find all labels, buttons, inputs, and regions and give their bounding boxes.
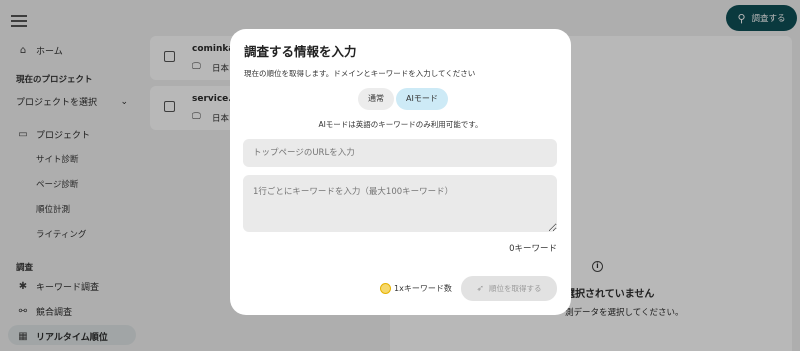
get-rank-label: 順位を取得する [489, 284, 542, 293]
mode-normal-button[interactable]: 通常 [358, 88, 394, 110]
dialog-title: 調査する情報を入力 [244, 44, 357, 59]
keyword-count: 0キーワード [509, 244, 557, 254]
get-rank-button[interactable]: ➶ 順位を取得する [461, 276, 557, 301]
keywords-textarea[interactable] [243, 175, 557, 232]
credit-usage: 1xキーワード数 [380, 283, 452, 294]
input-dialog: 調査する情報を入力 現在の順位を取得します。ドメインとキーワードを入力してくださ… [230, 29, 571, 315]
ai-mode-note: AIモードは英語のキーワードのみ利用可能です。 [318, 120, 483, 129]
url-input[interactable] [243, 139, 557, 167]
app-background: ⌂ ホーム 現在のプロジェクト プロジェクトを選択 ⌄ ▭ プロジェクト サイト診断… [0, 0, 800, 351]
dialog-description: 現在の順位を取得します。ドメインとキーワードを入力してください [244, 69, 476, 78]
rocket-icon: ➶ [476, 283, 485, 294]
coin-icon [380, 283, 391, 294]
mode-toggle: 通常 AIモード [358, 88, 448, 110]
mode-ai-button[interactable]: AIモード [396, 88, 448, 110]
credit-usage-label: 1xキーワード数 [394, 284, 452, 293]
